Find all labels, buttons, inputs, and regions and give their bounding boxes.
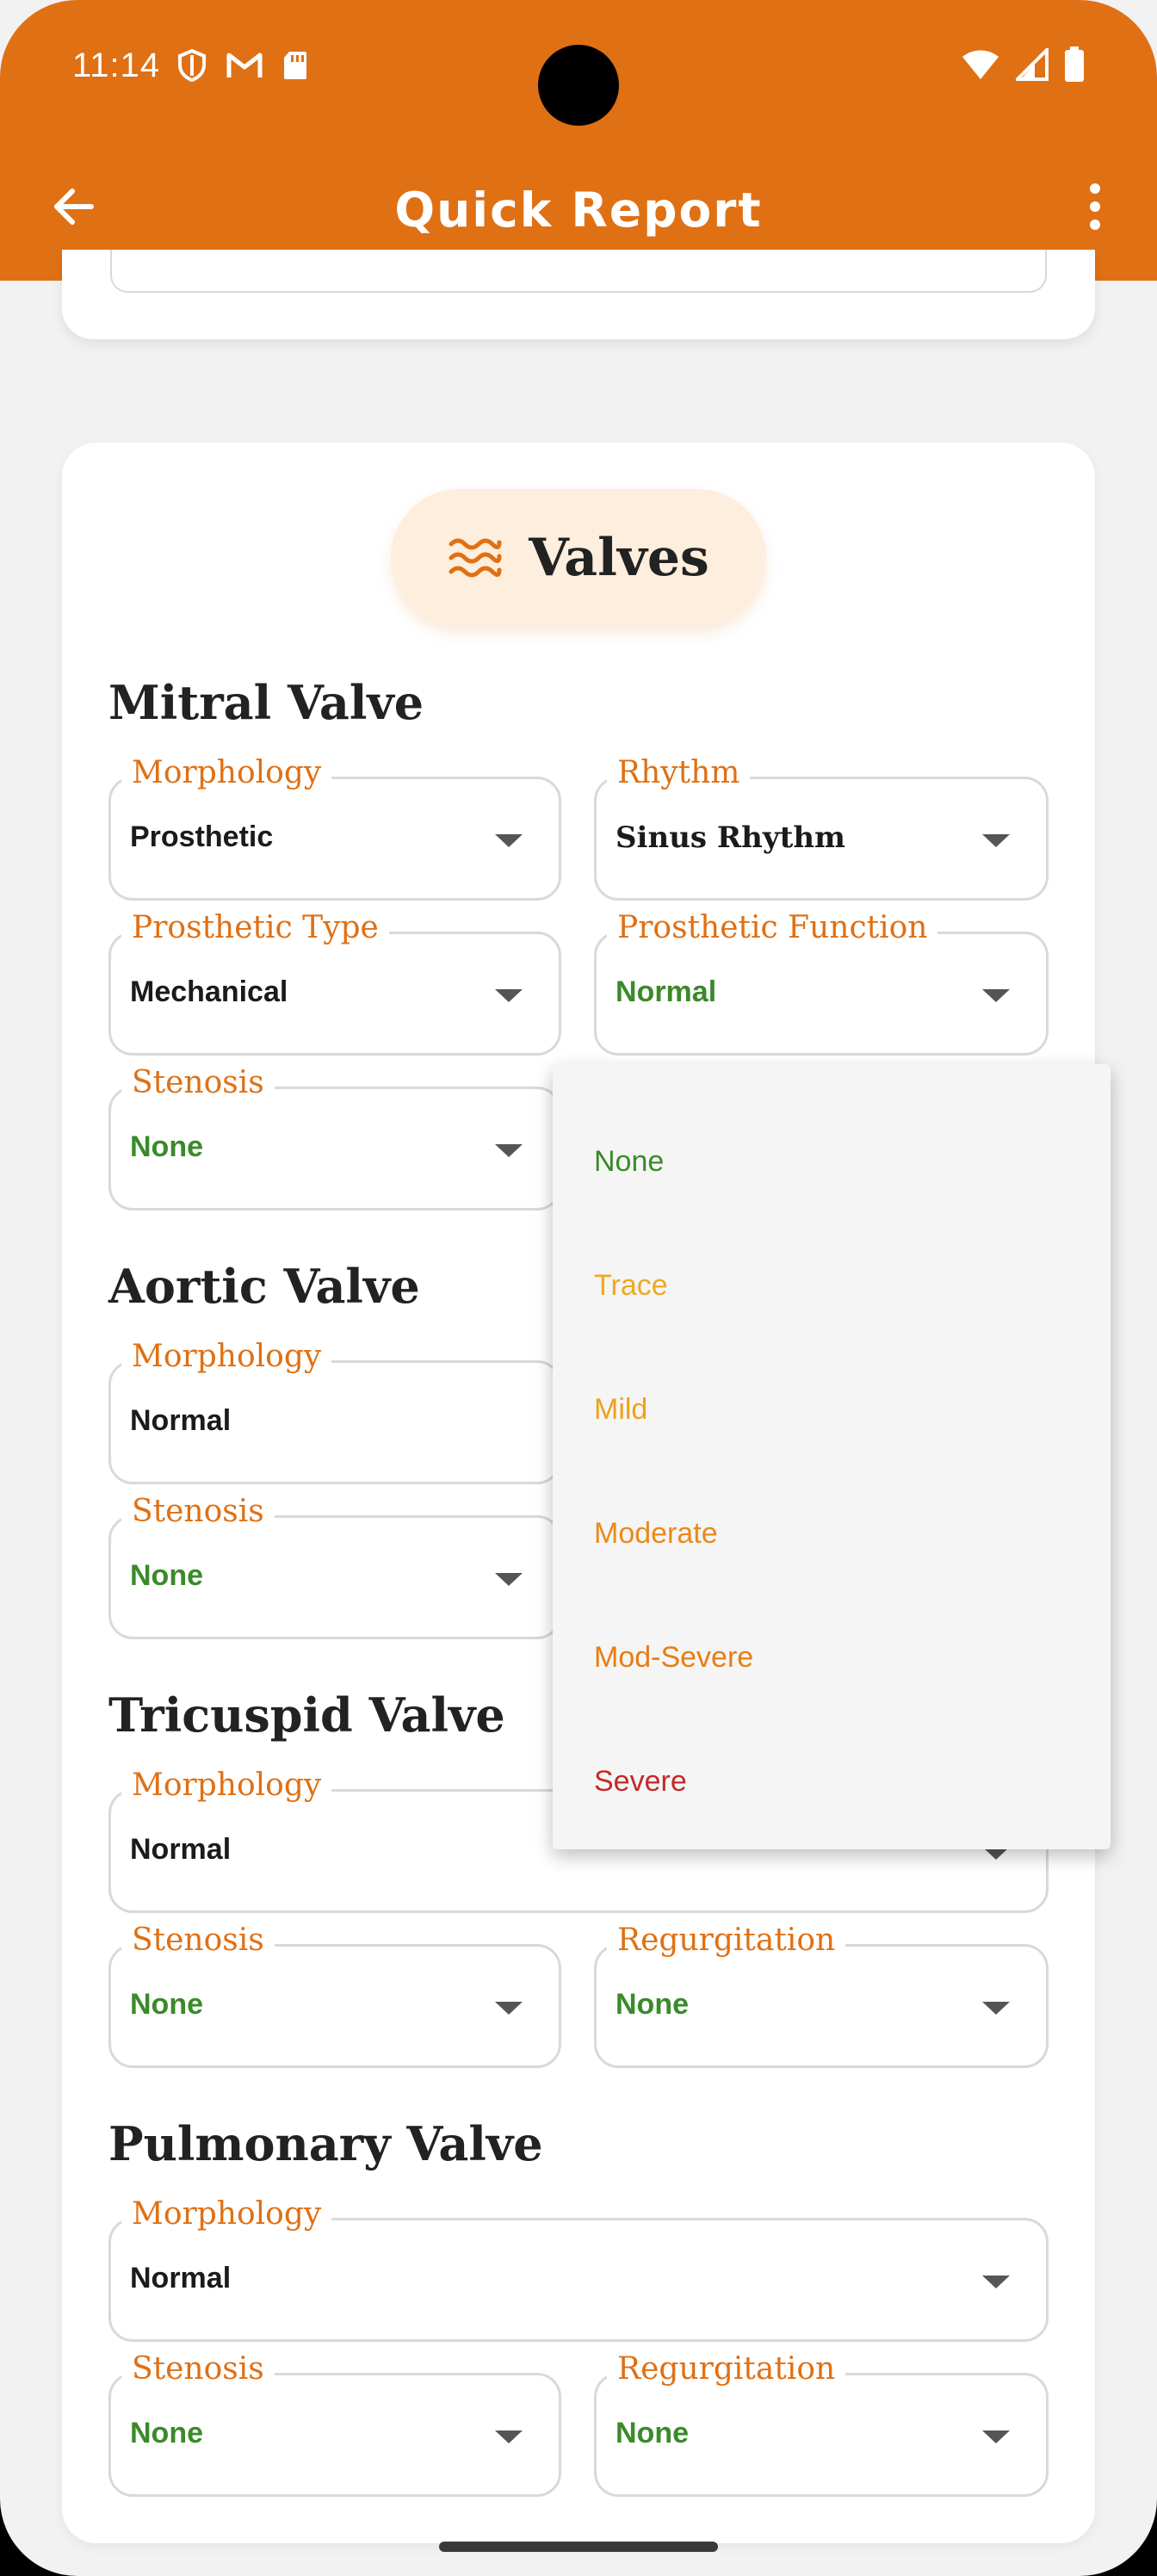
dropdown-arrow-icon (495, 1144, 523, 1157)
field-label: Regurgitation (607, 1923, 846, 1958)
status-icons-left (177, 48, 308, 83)
more-vert-icon (1090, 183, 1100, 230)
dropdown-arrow-icon (982, 834, 1010, 847)
pulmonary-regurgitation-dropdown[interactable]: Regurgitation None (594, 2351, 1049, 2497)
page-title: Quick Report (394, 183, 763, 238)
pulmonary-valve-title: Pulmonary Valve (108, 2116, 543, 2171)
status-time: 11:14 (72, 46, 161, 84)
field-value: Mechanical (130, 975, 288, 1008)
mitral-prosthetic-function-dropdown[interactable]: Prosthetic Function Normal (594, 910, 1049, 1056)
menu-item-trace[interactable]: Trace (594, 1269, 668, 1303)
mitral-prosthetic-type-dropdown[interactable]: Prosthetic Type Mechanical (108, 910, 561, 1056)
mitral-stenosis-dropdown[interactable]: Stenosis None (108, 1065, 561, 1211)
home-indicator (439, 2542, 718, 2552)
field-value: None (616, 2417, 689, 2449)
dropdown-arrow-icon (982, 989, 1010, 1002)
dropdown-arrow-icon (982, 2276, 1010, 2288)
aortic-valve-title: Aortic Valve (108, 1259, 420, 1314)
field-value: Normal (130, 1833, 232, 1866)
field-label: Morphology (121, 2196, 332, 2232)
field-label: Stenosis (121, 1923, 275, 1958)
field-value: None (130, 1130, 203, 1163)
screen: 11:14 Quick Report Valves Mitral Valve M… (0, 0, 1157, 2576)
field-label: Prosthetic Function (607, 910, 938, 945)
previous-field-edge (110, 250, 1047, 293)
field-value: Normal (130, 2262, 232, 2294)
menu-item-mod-severe[interactable]: Mod-Severe (594, 1641, 753, 1675)
field-label: Stenosis (121, 1065, 275, 1100)
field-label: Stenosis (121, 1494, 275, 1529)
field-value: Normal (616, 975, 717, 1008)
status-icons-right (961, 46, 1085, 83)
dropdown-arrow-icon (495, 2430, 523, 2443)
app-bar: 11:14 Quick Report (0, 0, 1157, 281)
dropdown-arrow-icon (495, 989, 523, 1002)
menu-item-moderate[interactable]: Moderate (594, 1517, 718, 1551)
dropdown-menu: None Trace Mild Moderate Mod-Severe Seve… (553, 1064, 1111, 1849)
field-label: Morphology (121, 755, 332, 790)
sd-card-icon (284, 52, 306, 79)
dropdown-arrow-icon (495, 2002, 523, 2015)
waves-icon (449, 538, 502, 578)
section-header-pill: Valves (391, 489, 766, 627)
wifi-icon (962, 50, 999, 79)
field-value: None (130, 1988, 203, 2021)
dropdown-arrow-icon (495, 1573, 523, 1586)
gmail-icon (226, 53, 263, 77)
field-value: Sinus Rhythm (616, 820, 846, 855)
signal-icon (1016, 48, 1049, 81)
tricuspid-regurgitation-dropdown[interactable]: Regurgitation None (594, 1923, 1049, 2068)
field-value: Normal (130, 1404, 232, 1437)
mitral-rhythm-dropdown[interactable]: Rhythm Sinus Rhythm (594, 755, 1049, 901)
battery-icon (1065, 46, 1084, 82)
menu-item-severe[interactable]: Severe (594, 1765, 687, 1799)
field-label: Morphology (121, 1768, 332, 1803)
mitral-morphology-dropdown[interactable]: Morphology Prosthetic (108, 755, 561, 901)
field-label: Rhythm (607, 755, 751, 790)
field-value: None (130, 1559, 203, 1592)
field-value: None (130, 2417, 203, 2449)
dropdown-arrow-icon (982, 2002, 1010, 2015)
field-value: None (616, 1988, 689, 2021)
mitral-valve-title: Mitral Valve (108, 675, 424, 730)
aortic-stenosis-dropdown[interactable]: Stenosis None (108, 1494, 561, 1639)
shield-icon (178, 48, 206, 83)
field-label: Stenosis (121, 2351, 275, 2387)
tricuspid-stenosis-dropdown[interactable]: Stenosis None (108, 1923, 561, 2068)
field-label: Regurgitation (607, 2351, 846, 2387)
more-options-button[interactable] (1067, 179, 1123, 234)
previous-card (62, 250, 1095, 339)
tricuspid-valve-title: Tricuspid Valve (108, 1687, 505, 1743)
field-label: Morphology (121, 1339, 332, 1374)
pulmonary-stenosis-dropdown[interactable]: Stenosis None (108, 2351, 561, 2497)
camera-cutout (538, 45, 619, 126)
field-value: Prosthetic (130, 820, 274, 853)
section-title: Valves (529, 528, 709, 588)
dropdown-arrow-icon (495, 834, 523, 847)
aortic-morphology-dropdown[interactable]: Morphology Normal (108, 1339, 561, 1484)
dropdown-arrow-icon (982, 2430, 1010, 2443)
field-label: Prosthetic Type (121, 910, 389, 945)
pulmonary-morphology-dropdown[interactable]: Morphology Normal (108, 2196, 1049, 2342)
menu-item-none[interactable]: None (594, 1145, 664, 1179)
menu-item-mild[interactable]: Mild (594, 1393, 647, 1427)
